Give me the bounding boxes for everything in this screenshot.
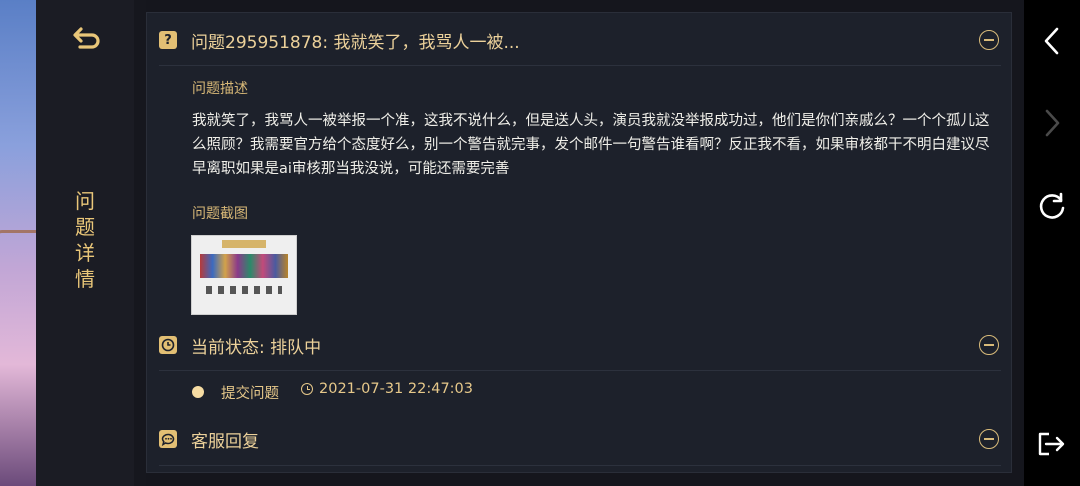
- screenshot-label: 问题截图: [192, 206, 248, 222]
- question-description: 我就笑了，我骂人一被举报一个准，这我不说什么，但是送人头，演员我就没举报成功过，…: [192, 113, 990, 177]
- thumb-header: [222, 240, 266, 248]
- divider: [159, 370, 1001, 371]
- chat-bubble-icon: [159, 430, 177, 448]
- background-art: [0, 0, 44, 486]
- collapse-reply-button[interactable]: [979, 429, 999, 449]
- return-arrow-icon: [73, 27, 100, 49]
- page-title: 问题详情: [75, 189, 95, 291]
- divider: [159, 465, 1001, 466]
- ticket-detail-panel[interactable]: ? 问题295951878: 我就笑了，我骂人一被... 问题描述 我就笑了，我…: [146, 12, 1012, 473]
- browser-back-button[interactable]: [1034, 23, 1070, 59]
- collapse-question-button[interactable]: [979, 30, 999, 50]
- browser-forward-button[interactable]: [1034, 105, 1070, 141]
- back-button[interactable]: [70, 22, 104, 56]
- forward-icon: [1045, 109, 1060, 137]
- divider: [159, 65, 1001, 66]
- question-title: 问题295951878: 我就笑了，我骂人一被...: [191, 32, 520, 53]
- timeline-event-label: 提交问题: [221, 386, 279, 402]
- question-screenshot-thumbnail[interactable]: [191, 235, 297, 315]
- back-icon: [1044, 27, 1059, 55]
- clock-small-icon: [301, 383, 313, 395]
- exit-icon: [1038, 432, 1065, 456]
- timeline-time-text: 2021-07-31 22:47:03: [319, 381, 473, 397]
- reply-title: 客服回复: [191, 431, 259, 452]
- timeline-dot: [192, 386, 204, 398]
- browser-control-bar: [1024, 0, 1080, 486]
- status-header[interactable]: 当前状态: 排队中: [159, 323, 1001, 367]
- thumb-icons: [206, 286, 282, 294]
- clock-icon: [159, 336, 177, 354]
- question-header[interactable]: ? 问题295951878: 我就笑了，我骂人一被...: [159, 18, 1001, 62]
- thumb-characters: [200, 254, 288, 278]
- divider-strip: [134, 0, 146, 486]
- timeline-timestamp: 2021-07-31 22:47:03: [301, 381, 473, 397]
- reload-button[interactable]: [1034, 188, 1070, 224]
- question-mark-icon: ?: [159, 31, 177, 49]
- reply-header[interactable]: 客服回复: [159, 417, 1001, 461]
- left-panel: 问题详情: [36, 0, 135, 486]
- reload-icon: [1039, 192, 1065, 219]
- exit-button[interactable]: [1034, 426, 1070, 462]
- collapse-status-button[interactable]: [979, 335, 999, 355]
- status-title: 当前状态: 排队中: [191, 337, 322, 358]
- description-label: 问题描述: [192, 81, 248, 97]
